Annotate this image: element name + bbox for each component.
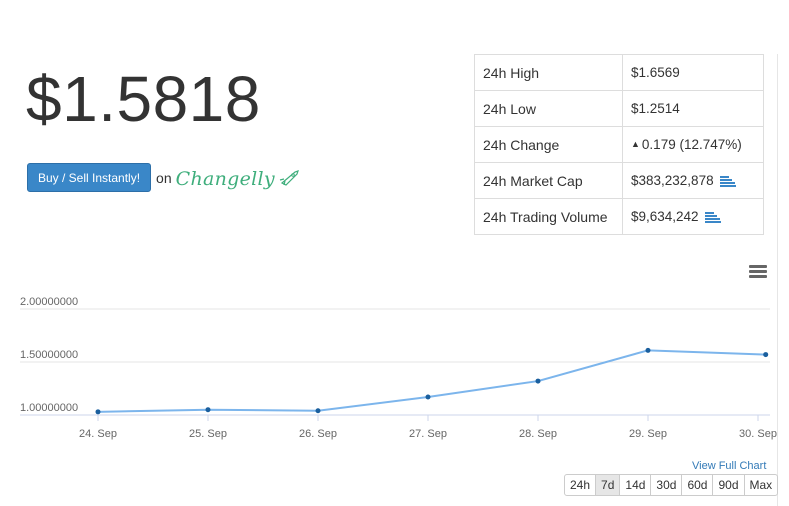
- stat-label: 24h Market Cap: [474, 162, 623, 199]
- stat-value: $1.2514: [622, 90, 764, 127]
- x-tick-label: 25. Sep: [189, 428, 227, 440]
- list-icon[interactable]: [705, 211, 722, 223]
- stat-label: 24h Change: [474, 126, 623, 163]
- data-point: [315, 408, 321, 414]
- stat-value: $383,232,878: [622, 162, 764, 199]
- triangle-up-icon: ▲: [631, 139, 640, 149]
- x-tick-label: 28. Sep: [519, 428, 557, 440]
- data-point: [645, 347, 651, 353]
- rocket-icon: [279, 169, 299, 186]
- stat-label: 24h Trading Volume: [474, 198, 623, 235]
- stat-value: $9,634,242: [622, 198, 764, 235]
- on-label: on: [156, 169, 172, 186]
- x-tick-label: 30. Sep: [739, 428, 777, 440]
- data-point: [535, 378, 541, 384]
- x-tick-label: 27. Sep: [409, 428, 447, 440]
- x-tick-label: 26. Sep: [299, 428, 337, 440]
- stat-label: 24h Low: [474, 90, 623, 127]
- data-point: [763, 352, 769, 358]
- change-value: 0.179 (12.747%): [641, 137, 742, 152]
- stats-table: 24h High $1.6569 24h Low $1.2514 24h Cha…: [474, 54, 764, 235]
- stats-row-24h-change: 24h Change ▲ 0.179 (12.747%): [474, 126, 764, 163]
- range-button-30d[interactable]: 30d: [650, 474, 683, 496]
- view-full-chart-link[interactable]: View Full Chart: [692, 460, 766, 472]
- stats-row-24h-high: 24h High $1.6569: [474, 54, 764, 91]
- x-tick-label: 24. Sep: [79, 428, 117, 440]
- stat-value-change: ▲ 0.179 (12.747%): [622, 126, 764, 163]
- range-button-7d[interactable]: 7d: [595, 474, 621, 496]
- buy-sell-button[interactable]: Buy / Sell Instantly!: [27, 163, 152, 192]
- range-button-14d[interactable]: 14d: [619, 474, 652, 496]
- chart-menu-icon[interactable]: [749, 265, 767, 279]
- range-button-60d[interactable]: 60d: [681, 474, 714, 496]
- price-display: $1.5818: [26, 63, 261, 135]
- changelly-logo[interactable]: Changelly: [176, 168, 275, 190]
- stat-value: $1.6569: [622, 54, 764, 91]
- range-button-max[interactable]: Max: [743, 474, 779, 496]
- stats-row-24h-trading-volume: 24h Trading Volume $9,634,242: [474, 198, 764, 235]
- stats-row-24h-low: 24h Low $1.2514: [474, 90, 764, 127]
- list-icon[interactable]: [720, 175, 737, 187]
- stat-label: 24h High: [474, 54, 623, 91]
- stats-row-24h-market-cap: 24h Market Cap $383,232,878: [474, 162, 764, 199]
- trading-volume-value: $9,634,242: [631, 209, 699, 224]
- buy-sell-row: Buy / Sell Instantly! on Changelly: [27, 163, 300, 192]
- price-chart: 1.00000000 1.50000000 2.00000000 24. Sep 25.…: [20, 296, 777, 440]
- range-selector: 24h 7d 14d 30d 60d 90d Max: [564, 474, 779, 496]
- y-tick-label: 1.50000000: [20, 349, 78, 361]
- range-button-90d[interactable]: 90d: [712, 474, 745, 496]
- range-button-24h[interactable]: 24h: [564, 474, 597, 496]
- x-tick-label: 29. Sep: [629, 428, 667, 440]
- y-tick-label: 2.00000000: [20, 296, 78, 308]
- y-tick-label: 1.00000000: [20, 402, 78, 414]
- data-point: [95, 409, 101, 415]
- series-line: [97, 349, 766, 413]
- data-point: [425, 394, 431, 400]
- market-cap-value: $383,232,878: [631, 173, 714, 188]
- data-point: [205, 407, 211, 413]
